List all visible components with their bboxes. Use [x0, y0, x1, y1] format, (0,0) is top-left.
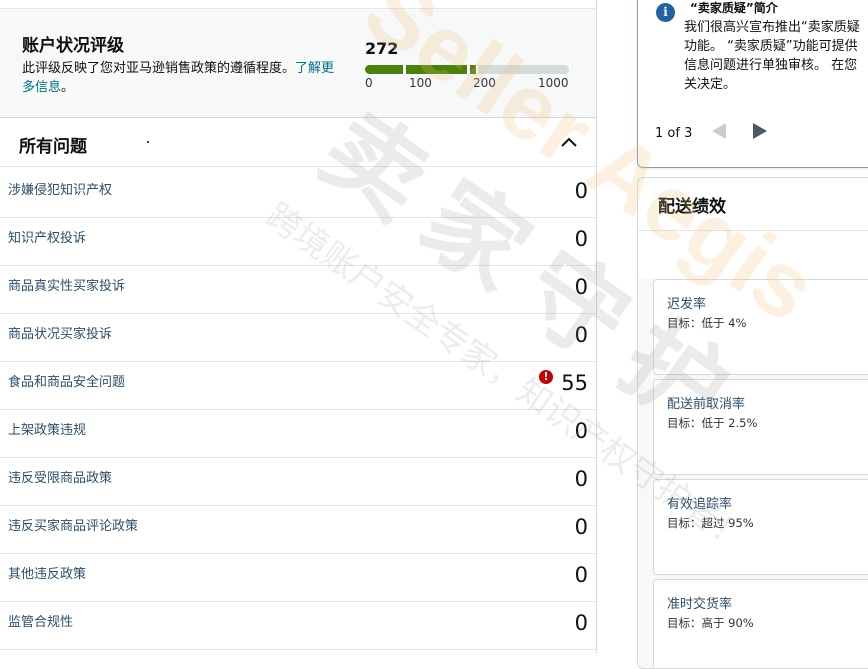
metric-name[interactable]: 准时交货率	[667, 593, 732, 612]
issue-label[interactable]: 违反受限商品政策	[8, 467, 112, 486]
issue-count: 0	[574, 419, 588, 443]
metric-target: 目标：高于 90%	[667, 616, 754, 630]
issue-row[interactable]: 监管合规性 0	[0, 602, 596, 650]
issue-row[interactable]: 其他违反政策 0	[0, 554, 596, 602]
bar-tick-100: 100	[409, 76, 432, 90]
issue-count: 55	[561, 371, 588, 395]
issue-row[interactable]: 知识产权投诉 0	[0, 218, 596, 266]
bar-segment-divider	[403, 65, 406, 74]
chevron-up-icon[interactable]	[560, 136, 578, 148]
metric-target: 目标：低于 4%	[667, 316, 747, 330]
metric-card-cancel-rate[interactable]: 配送前取消率 目标：低于 2.5%	[653, 379, 868, 475]
alert-icon: !	[539, 370, 553, 384]
bar-tick-0: 0	[365, 76, 373, 90]
issue-count: 0	[574, 515, 588, 539]
bar-tick-200: 200	[473, 76, 496, 90]
issue-label[interactable]: 监管合规性	[8, 611, 73, 630]
pager-label: 1 of 3	[655, 126, 693, 141]
metric-card-late-dispatch[interactable]: 迟发率 目标：低于 4%	[653, 279, 868, 375]
metric-target: 目标：超过 95%	[667, 516, 754, 530]
issue-row[interactable]: 上架政策违规 0	[0, 410, 596, 458]
issue-row[interactable]: 违反受限商品政策 0	[0, 458, 596, 506]
notice-body: 我们很高兴宣布推出“卖家质疑 功能。 “卖家质疑”功能可提供 信息问题进行单独审…	[684, 20, 860, 92]
metric-target: 目标：低于 2.5%	[667, 416, 758, 430]
account-health-bar-fill	[365, 65, 478, 74]
issue-label[interactable]: 食品和商品安全问题	[8, 371, 125, 390]
bar-segment-divider	[467, 65, 470, 74]
issue-row[interactable]: 违反买家商品评论政策 0	[0, 506, 596, 554]
metric-name[interactable]: 有效追踪率	[667, 493, 732, 512]
delivery-spacer	[638, 231, 868, 279]
account-health-title: 账户状况评级	[22, 36, 124, 56]
issue-count: 0	[574, 467, 588, 491]
left-column: 账户状况评级 此评级反映了您对亚马逊销售政策的遵循程度。了解更多信息。 272 …	[0, 0, 597, 653]
all-issues-title: 所有问题	[19, 137, 87, 157]
info-icon: i	[656, 3, 675, 22]
issue-count: 0	[574, 179, 588, 203]
account-health-score: 272	[365, 39, 399, 58]
account-health-description: 此评级反映了您对亚马逊销售政策的遵循程度。了解更多信息。	[22, 59, 342, 97]
metric-card-valid-tracking[interactable]: 有效追踪率 目标：超过 95%	[653, 479, 868, 575]
delivery-performance-card: 配送绩效 迟发率 目标：低于 4% 配送前取消率 目标：低于 2.5% 有效追踪…	[637, 177, 868, 669]
issue-list: 涉嫌侵犯知识产权 0 知识产权投诉 0 商品真实性买家投诉 0 商品状况买家投诉…	[0, 170, 596, 650]
metric-name[interactable]: 迟发率	[667, 293, 706, 312]
account-health-description-end: 。	[61, 80, 75, 95]
account-health-description-text: 此评级反映了您对亚马逊销售政策的遵循程度。	[22, 61, 296, 76]
issue-count: 0	[574, 563, 588, 587]
bar-tick-1000: 1000	[538, 76, 569, 90]
bar-segment-divider	[476, 65, 478, 74]
metric-name[interactable]: 配送前取消率	[667, 393, 745, 412]
issue-count: 0	[574, 227, 588, 251]
issue-row[interactable]: 商品状况买家投诉 0	[0, 314, 596, 362]
previous-arrow-icon[interactable]	[710, 121, 728, 141]
issue-label[interactable]: 违反买家商品评论政策	[8, 515, 138, 534]
notice-title: “卖家质疑”简介	[690, 1, 778, 15]
issue-label[interactable]: 商品真实性买家投诉	[8, 275, 125, 294]
issue-count: 0	[574, 611, 588, 635]
account-health-bar	[365, 65, 569, 74]
issue-label[interactable]: 商品状况买家投诉	[8, 323, 112, 342]
stray-dot	[147, 141, 149, 143]
all-issues-header[interactable]: 所有问题	[0, 118, 596, 167]
issue-label[interactable]: 上架政策违规	[8, 419, 86, 438]
delivery-performance-title: 配送绩效	[658, 197, 726, 217]
issue-row[interactable]: 商品真实性买家投诉 0	[0, 266, 596, 314]
account-health-card: 账户状况评级 此评级反映了您对亚马逊销售政策的遵循程度。了解更多信息。 272 …	[0, 8, 596, 118]
issue-label[interactable]: 涉嫌侵犯知识产权	[8, 179, 112, 198]
metric-card-on-time-delivery[interactable]: 准时交货率 目标：高于 90%	[653, 579, 868, 668]
delivery-performance-header: 配送绩效	[638, 178, 868, 231]
next-arrow-icon[interactable]	[751, 121, 769, 141]
issue-label[interactable]: 知识产权投诉	[8, 227, 86, 246]
issue-row[interactable]: 食品和商品安全问题 ! 55	[0, 362, 596, 410]
issue-count: 0	[574, 323, 588, 347]
seller-challenge-notice-card: i “卖家质疑”简介 我们很高兴宣布推出“卖家质疑 功能。 “卖家质疑”功能可提…	[637, 0, 868, 168]
issue-count: 0	[574, 275, 588, 299]
issue-label[interactable]: 其他违反政策	[8, 563, 86, 582]
issue-row[interactable]: 涉嫌侵犯知识产权 0	[0, 170, 596, 218]
